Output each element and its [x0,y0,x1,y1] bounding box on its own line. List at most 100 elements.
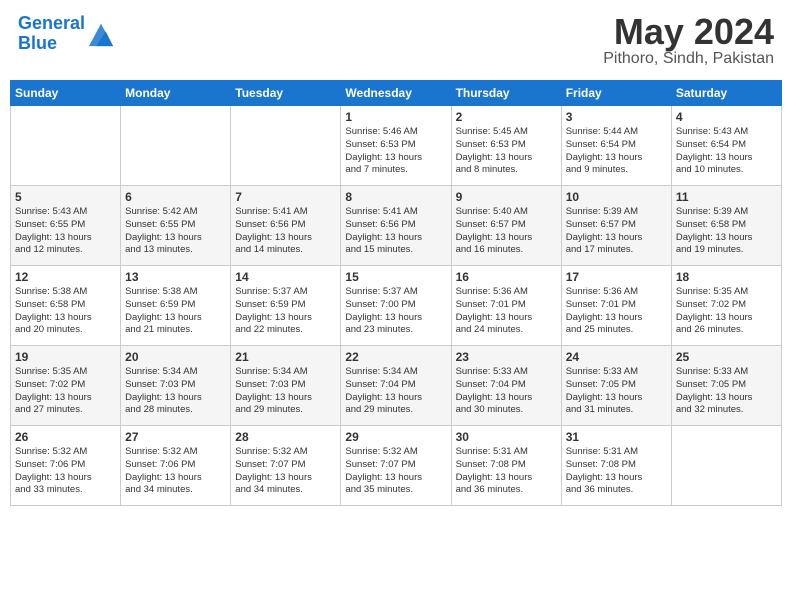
day-info: Daylight: 13 hours [345,152,446,165]
day-info: Sunrise: 5:40 AM [456,206,557,219]
day-info: Sunset: 7:02 PM [676,299,777,312]
day-info: and 29 minutes. [235,404,336,417]
day-info: Sunset: 7:08 PM [566,459,667,472]
day-info: Sunrise: 5:34 AM [235,366,336,379]
weekday-header-thursday: Thursday [451,81,561,106]
day-cell: 14Sunrise: 5:37 AMSunset: 6:59 PMDayligh… [231,266,341,346]
day-number: 17 [566,270,667,284]
day-info: Sunset: 6:59 PM [235,299,336,312]
day-info: Daylight: 13 hours [15,312,116,325]
day-number: 24 [566,350,667,364]
day-info: Daylight: 13 hours [345,392,446,405]
day-cell: 31Sunrise: 5:31 AMSunset: 7:08 PMDayligh… [561,426,671,506]
day-info: Sunset: 7:03 PM [125,379,226,392]
day-info: and 8 minutes. [456,164,557,177]
day-info: Sunrise: 5:43 AM [15,206,116,219]
day-info: Daylight: 13 hours [345,232,446,245]
day-cell [231,106,341,186]
day-cell: 30Sunrise: 5:31 AMSunset: 7:08 PMDayligh… [451,426,561,506]
day-info: and 29 minutes. [345,404,446,417]
logo: General Blue [18,14,115,54]
day-info: Sunrise: 5:43 AM [676,126,777,139]
week-row-1: 1Sunrise: 5:46 AMSunset: 6:53 PMDaylight… [11,106,782,186]
day-cell: 8Sunrise: 5:41 AMSunset: 6:56 PMDaylight… [341,186,451,266]
day-info: Sunset: 6:57 PM [456,219,557,232]
day-info: Sunrise: 5:32 AM [345,446,446,459]
day-info: Daylight: 13 hours [566,232,667,245]
day-number: 1 [345,110,446,124]
day-info: Daylight: 13 hours [456,152,557,165]
day-number: 20 [125,350,226,364]
weekday-header-monday: Monday [121,81,231,106]
day-cell [671,426,781,506]
day-info: and 33 minutes. [15,484,116,497]
day-number: 22 [345,350,446,364]
day-number: 2 [456,110,557,124]
day-info: and 32 minutes. [676,404,777,417]
day-cell: 13Sunrise: 5:38 AMSunset: 6:59 PMDayligh… [121,266,231,346]
day-info: and 34 minutes. [125,484,226,497]
day-info: Daylight: 13 hours [456,232,557,245]
day-info: Sunset: 7:05 PM [676,379,777,392]
day-info: Sunset: 7:04 PM [345,379,446,392]
week-row-5: 26Sunrise: 5:32 AMSunset: 7:06 PMDayligh… [11,426,782,506]
day-number: 21 [235,350,336,364]
day-cell: 1Sunrise: 5:46 AMSunset: 6:53 PMDaylight… [341,106,451,186]
day-info: Daylight: 13 hours [456,472,557,485]
day-cell: 9Sunrise: 5:40 AMSunset: 6:57 PMDaylight… [451,186,561,266]
day-number: 16 [456,270,557,284]
day-info: Sunrise: 5:38 AM [15,286,116,299]
day-info: Daylight: 13 hours [125,472,226,485]
day-info: Sunrise: 5:35 AM [676,286,777,299]
day-cell: 23Sunrise: 5:33 AMSunset: 7:04 PMDayligh… [451,346,561,426]
day-number: 19 [15,350,116,364]
logo-icon [87,20,115,48]
day-info: Sunset: 6:58 PM [15,299,116,312]
day-info: Sunrise: 5:39 AM [566,206,667,219]
day-info: Daylight: 13 hours [345,312,446,325]
day-info: Sunrise: 5:31 AM [456,446,557,459]
day-info: Sunset: 6:54 PM [676,139,777,152]
day-info: Daylight: 13 hours [125,392,226,405]
day-info: Daylight: 13 hours [566,392,667,405]
day-info: Sunset: 6:54 PM [566,139,667,152]
day-cell: 19Sunrise: 5:35 AMSunset: 7:02 PMDayligh… [11,346,121,426]
day-info: and 21 minutes. [125,324,226,337]
day-number: 28 [235,430,336,444]
day-info: and 30 minutes. [456,404,557,417]
weekday-header-saturday: Saturday [671,81,781,106]
day-info: Daylight: 13 hours [235,232,336,245]
day-info: Sunset: 6:53 PM [345,139,446,152]
day-cell: 12Sunrise: 5:38 AMSunset: 6:58 PMDayligh… [11,266,121,346]
day-info: Daylight: 13 hours [345,472,446,485]
day-info: and 12 minutes. [15,244,116,257]
weekday-header-wednesday: Wednesday [341,81,451,106]
day-info: Sunrise: 5:33 AM [566,366,667,379]
day-info: Sunset: 7:07 PM [235,459,336,472]
day-info: and 19 minutes. [676,244,777,257]
day-info: Daylight: 13 hours [15,472,116,485]
day-info: Sunrise: 5:36 AM [456,286,557,299]
day-info: and 25 minutes. [566,324,667,337]
day-cell: 18 Sunrise: 5:35 AMSunset: 7:02 PMDayligh… [671,266,781,346]
day-info: Sunset: 7:07 PM [345,459,446,472]
day-info: Daylight: 13 hours [566,152,667,165]
week-row-4: 19Sunrise: 5:35 AMSunset: 7:02 PMDayligh… [11,346,782,426]
day-cell: 6Sunrise: 5:42 AMSunset: 6:55 PMDaylight… [121,186,231,266]
day-info: Sunrise: 5:32 AM [235,446,336,459]
day-cell: 4Sunrise: 5:43 AMSunset: 6:54 PMDaylight… [671,106,781,186]
day-info: Daylight: 13 hours [235,392,336,405]
day-number: 18 [676,270,777,284]
day-info: Daylight: 13 hours [566,472,667,485]
day-info: Sunrise: 5:39 AM [676,206,777,219]
day-info: Sunrise: 5:33 AM [676,366,777,379]
day-info: and 13 minutes. [125,244,226,257]
day-info: Daylight: 13 hours [676,312,777,325]
day-number: 11 [676,190,777,204]
day-info: Sunrise: 5:31 AM [566,446,667,459]
day-cell: 2Sunrise: 5:45 AMSunset: 6:53 PMDaylight… [451,106,561,186]
day-info: Sunset: 6:55 PM [15,219,116,232]
day-info: and 10 minutes. [676,164,777,177]
day-info: and 20 minutes. [15,324,116,337]
day-cell: 17Sunrise: 5:36 AMSunset: 7:01 PMDayligh… [561,266,671,346]
